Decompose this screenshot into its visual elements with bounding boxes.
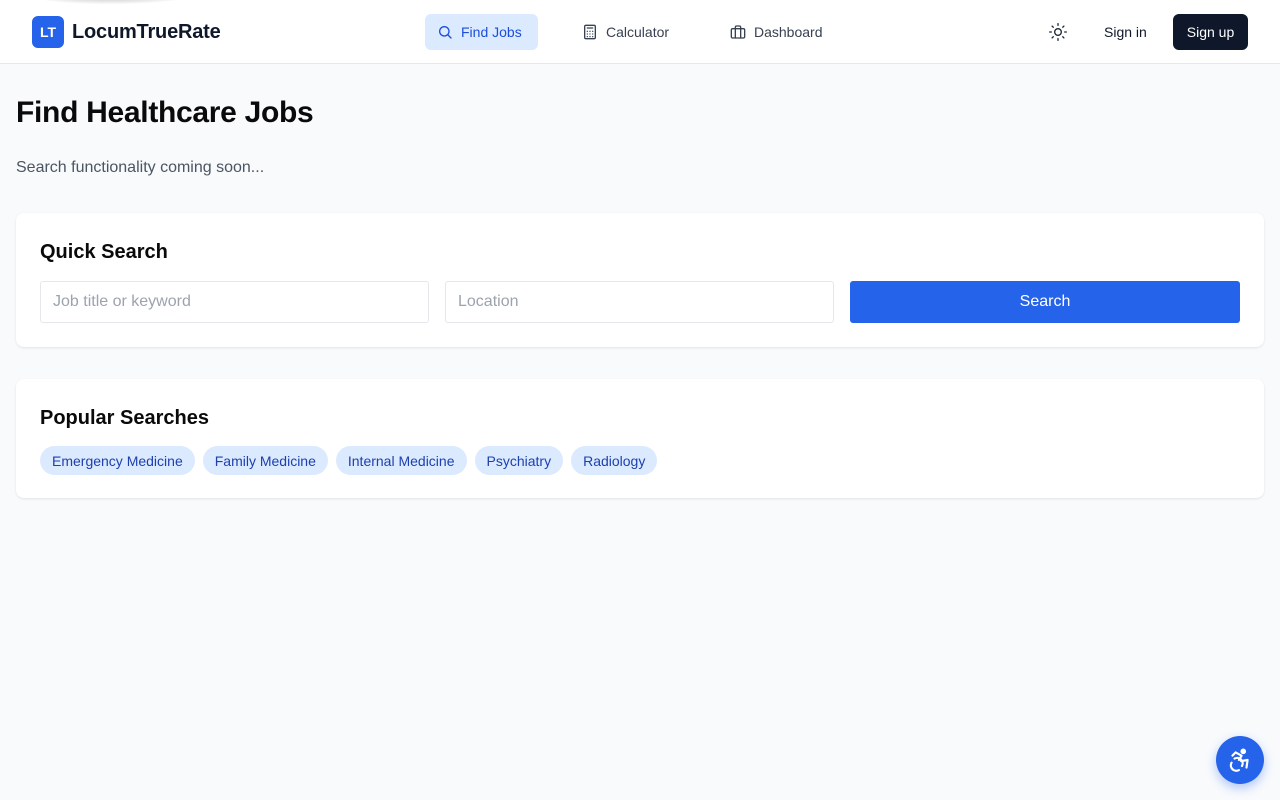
logo-badge: LT [32, 16, 64, 48]
page-subtitle: Search functionality coming soon... [16, 159, 265, 176]
quick-search-card: Quick Search Search [16, 213, 1264, 347]
popular-searches-title: Popular Searches [40, 407, 209, 429]
nav-dashboard-label: Dashboard [754, 24, 823, 40]
nav-find-jobs[interactable]: Find Jobs [425, 14, 538, 50]
nav-dashboard[interactable]: Dashboard [718, 14, 835, 50]
accessibility-icon [1229, 748, 1249, 772]
location-input[interactable] [445, 281, 834, 323]
accessibility-button[interactable] [1216, 736, 1264, 784]
quick-search-title: Quick Search [40, 241, 168, 263]
brand-name: LocumTrueRate [72, 20, 221, 43]
page-title: Find Healthcare Jobs [16, 96, 314, 129]
sun-icon [1049, 23, 1067, 41]
sign-up-button[interactable]: Sign up [1173, 14, 1248, 50]
briefcase-icon [730, 25, 746, 39]
tag-radiology[interactable]: Radiology [571, 446, 658, 475]
brand-logo-link[interactable]: LT LocumTrueRate [32, 16, 221, 48]
calculator-icon [584, 24, 596, 40]
popular-tags-list: Emergency Medicine Family Medicine Inter… [40, 446, 658, 475]
tag-emergency-medicine[interactable]: Emergency Medicine [40, 446, 195, 475]
search-icon [439, 26, 452, 39]
nav-calculator[interactable]: Calculator [570, 14, 681, 50]
decorative-shadow [30, 0, 190, 4]
nav-calculator-label: Calculator [606, 24, 670, 40]
nav-find-jobs-label: Find Jobs [461, 24, 522, 40]
theme-toggle-button[interactable] [1040, 14, 1076, 50]
tag-internal-medicine[interactable]: Internal Medicine [335, 446, 467, 475]
search-button[interactable]: Search [850, 281, 1240, 323]
job-keyword-input[interactable] [40, 281, 429, 323]
tag-family-medicine[interactable]: Family Medicine [202, 446, 328, 475]
popular-searches-card: Popular Searches Emergency Medicine Fami… [16, 379, 1264, 498]
sign-in-button[interactable]: Sign in [1092, 14, 1159, 50]
tag-psychiatry[interactable]: Psychiatry [474, 446, 564, 475]
top-navbar: LT LocumTrueRate Find Jobs Calculator Da… [0, 0, 1280, 64]
